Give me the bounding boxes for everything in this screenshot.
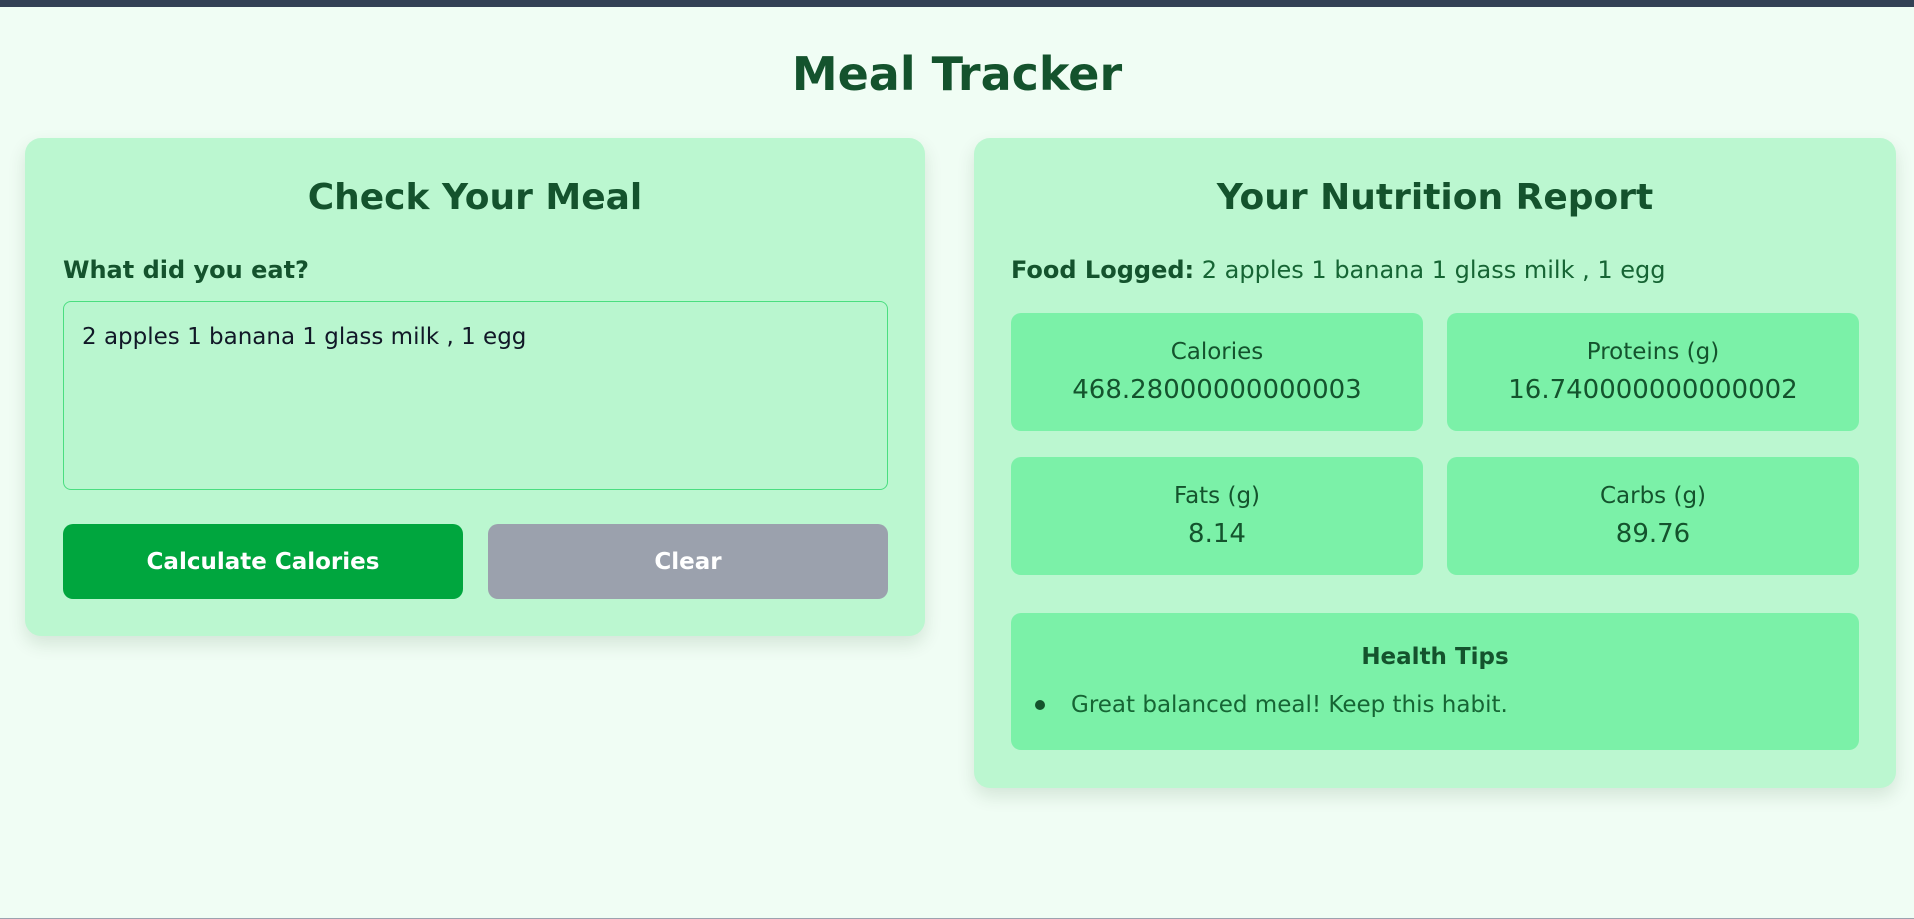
clear-button[interactable]: Clear xyxy=(488,524,888,599)
meal-input-label: What did you eat? xyxy=(63,256,309,284)
carbs-label: Carbs (g) xyxy=(1599,483,1707,509)
fats-label: Fats (g) xyxy=(1173,483,1261,509)
meal-input-card: Check Your Meal What did you eat? Calcul… xyxy=(25,138,925,636)
food-logged-value: 2 apples 1 banana 1 glass milk , 1 egg xyxy=(1201,256,1666,284)
calories-stat: Calories 468.28000000000003 xyxy=(1011,313,1423,431)
calories-label: Calories xyxy=(1170,339,1264,365)
bullet-icon xyxy=(1035,700,1045,710)
health-tips-list: Great balanced meal! Keep this habit. xyxy=(1011,690,1508,720)
calculate-calories-button[interactable]: Calculate Calories xyxy=(63,524,463,599)
carbs-value: 89.76 xyxy=(1615,519,1691,549)
top-bar xyxy=(0,0,1914,7)
proteins-stat: Proteins (g) 16.740000000000002 xyxy=(1447,313,1859,431)
meal-input-card-title: Check Your Meal xyxy=(307,177,643,218)
health-tips-title: Health Tips xyxy=(1361,644,1509,670)
calories-value: 468.28000000000003 xyxy=(1072,375,1362,405)
nutrition-report-card: Your Nutrition Report Food Logged: 2 app… xyxy=(974,138,1896,788)
nutrition-report-title: Your Nutrition Report xyxy=(1216,177,1654,218)
proteins-label: Proteins (g) xyxy=(1586,339,1720,365)
health-tips-panel: Health Tips Great balanced meal! Keep th… xyxy=(1011,613,1859,750)
food-logged-label: Food Logged: xyxy=(1011,256,1195,284)
fats-stat: Fats (g) 8.14 xyxy=(1011,457,1423,575)
fats-value: 8.14 xyxy=(1188,519,1246,549)
proteins-value: 16.740000000000002 xyxy=(1508,375,1798,405)
health-tip-text: Great balanced meal! Keep this habit. xyxy=(1071,692,1508,718)
carbs-stat: Carbs (g) 89.76 xyxy=(1447,457,1859,575)
page-title: Meal Tracker xyxy=(791,47,1123,101)
meal-input[interactable] xyxy=(63,301,888,490)
health-tip-item: Great balanced meal! Keep this habit. xyxy=(1011,690,1508,720)
food-logged: Food Logged: 2 apples 1 banana 1 glass m… xyxy=(1011,256,1666,284)
